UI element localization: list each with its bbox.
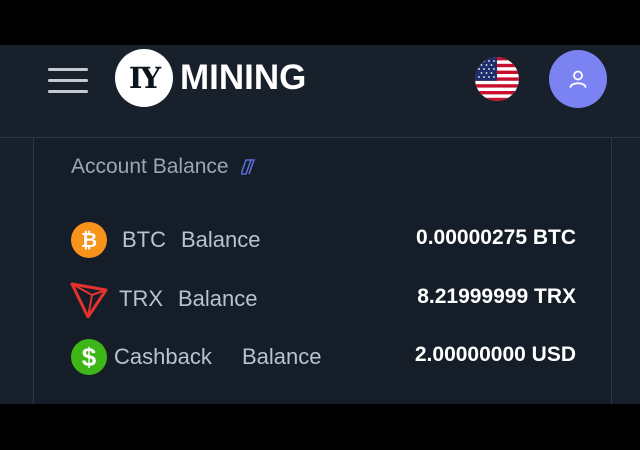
logo-text: MINING xyxy=(180,58,307,97)
tron-icon xyxy=(70,282,108,318)
trx-currency-label: TRX xyxy=(119,286,163,311)
cashback-currency-label: Cashback xyxy=(114,344,212,369)
balance-row-btc: ₿ BTC Balance 0.00000275 BTC xyxy=(70,219,576,259)
cashback-balance-label: Balance xyxy=(242,344,322,369)
bitcoin-icon: ₿ xyxy=(71,222,107,258)
svg-text:₿: ₿ xyxy=(81,230,97,252)
btc-currency-label: BTC xyxy=(122,227,166,252)
card-header: Account Balance xyxy=(71,155,255,179)
trx-balance-amount: 8.21999999 TRX xyxy=(417,285,576,308)
logo-mark: IY xyxy=(115,49,173,107)
balance-row-trx: TRX Balance 8.21999999 TRX xyxy=(70,278,576,318)
card-title: Account Balance xyxy=(71,155,229,178)
link-icon[interactable] xyxy=(240,158,255,176)
account-balance-card: Account Balance ₿ BTC Balance 0.00000275… xyxy=(33,138,612,404)
us-flag-icon[interactable] xyxy=(475,57,519,101)
btc-balance-amount: 0.00000275 BTC xyxy=(416,226,576,249)
trx-balance-label: Balance xyxy=(178,286,258,311)
cashback-balance-amount: 2.00000000 USD xyxy=(414,343,576,366)
user-avatar-button[interactable] xyxy=(549,50,607,108)
menu-icon[interactable] xyxy=(48,66,88,96)
user-icon xyxy=(569,70,587,88)
app-screen: IY MINING Account Balance ₿ BTC Balance … xyxy=(0,45,640,404)
btc-balance-label: Balance xyxy=(181,227,261,252)
top-header: IY MINING xyxy=(0,45,640,138)
dollar-icon: $ xyxy=(71,339,107,375)
logo[interactable]: IY MINING xyxy=(115,49,306,107)
svg-text:$: $ xyxy=(82,342,97,372)
balance-row-cashback: $ Cashback Balance 2.00000000 USD xyxy=(70,336,576,376)
